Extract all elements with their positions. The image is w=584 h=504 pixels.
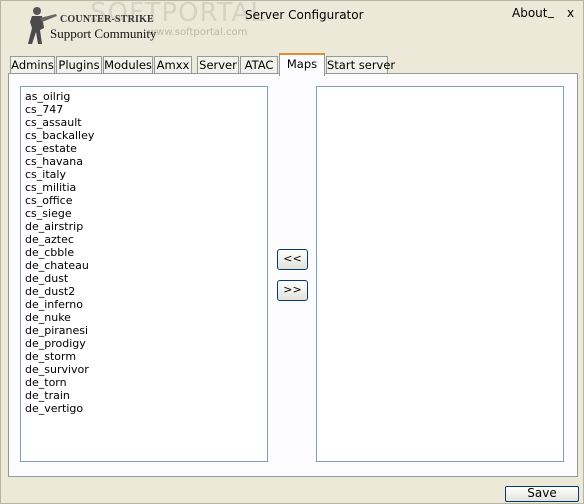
tab-admins[interactable]: Admins: [10, 56, 55, 74]
logo-subtitle: Support Community: [50, 26, 157, 41]
selected-maps-list[interactable]: [316, 86, 564, 462]
map-list-item[interactable]: cs_assault: [21, 116, 267, 129]
map-list-item[interactable]: de_prodigy: [21, 337, 267, 350]
map-list-item[interactable]: de_nuke: [21, 311, 267, 324]
map-list-item[interactable]: de_inferno: [21, 298, 267, 311]
map-list-item[interactable]: de_survivor: [21, 363, 267, 376]
app-logo: COUNTER-STRIKE Support Community: [20, 4, 160, 48]
map-list-item[interactable]: de_cbble: [21, 246, 267, 259]
map-list-item[interactable]: cs_office: [21, 194, 267, 207]
map-list-item[interactable]: cs_militia: [21, 181, 267, 194]
map-list-item[interactable]: de_storm: [21, 350, 267, 363]
map-list-item[interactable]: de_dust2: [21, 285, 267, 298]
map-list-item[interactable]: cs_estate: [21, 142, 267, 155]
app-title: Server Configurator: [245, 8, 364, 22]
tab-atac[interactable]: ATAC: [240, 56, 278, 74]
tab-start-server[interactable]: Start server: [326, 56, 395, 74]
available-maps-list[interactable]: as_oilrig cs_747 cs_assault cs_backalley cs_…: [20, 86, 268, 462]
tab-modules[interactable]: Modules: [103, 56, 153, 74]
map-list-item[interactable]: de_chateau: [21, 259, 267, 272]
map-list-item[interactable]: cs_italy: [21, 168, 267, 181]
logo-title: COUNTER-STRIKE: [60, 14, 154, 25]
tab-server[interactable]: Server: [197, 56, 239, 74]
map-list-item[interactable]: de_aztec: [21, 233, 267, 246]
move-left-button[interactable]: <<: [277, 249, 308, 270]
available-maps-items: as_oilrig cs_747 cs_assault cs_backalley cs_…: [21, 87, 267, 415]
minimize-button[interactable]: _: [548, 4, 554, 18]
map-list-item[interactable]: de_torn: [21, 376, 267, 389]
map-list-item[interactable]: cs_backalley: [21, 129, 267, 142]
map-list-item[interactable]: de_train: [21, 389, 267, 402]
map-list-item[interactable]: de_dust: [21, 272, 267, 285]
map-list-item[interactable]: cs_siege: [21, 207, 267, 220]
map-list-item[interactable]: de_airstrip: [21, 220, 267, 233]
map-list-item[interactable]: de_vertigo: [21, 402, 267, 415]
save-button[interactable]: Save: [505, 486, 579, 502]
watermark-url: www.softportal.com: [148, 27, 248, 38]
map-list-item[interactable]: de_piranesi: [21, 324, 267, 337]
map-list-item[interactable]: cs_747: [21, 103, 267, 116]
tab-maps[interactable]: Maps: [279, 53, 325, 76]
tab-plugins[interactable]: Plugins: [56, 56, 102, 74]
tab-amxx[interactable]: Amxx: [154, 56, 192, 74]
selected-maps-items: [317, 87, 563, 90]
maps-panel: as_oilrig cs_747 cs_assault cs_backalley cs_…: [8, 73, 578, 477]
close-button[interactable]: x: [567, 6, 574, 20]
move-right-button[interactable]: >>: [277, 280, 308, 301]
map-list-item[interactable]: as_oilrig: [21, 90, 267, 103]
about-button[interactable]: About: [512, 6, 547, 20]
map-list-item[interactable]: cs_havana: [21, 155, 267, 168]
